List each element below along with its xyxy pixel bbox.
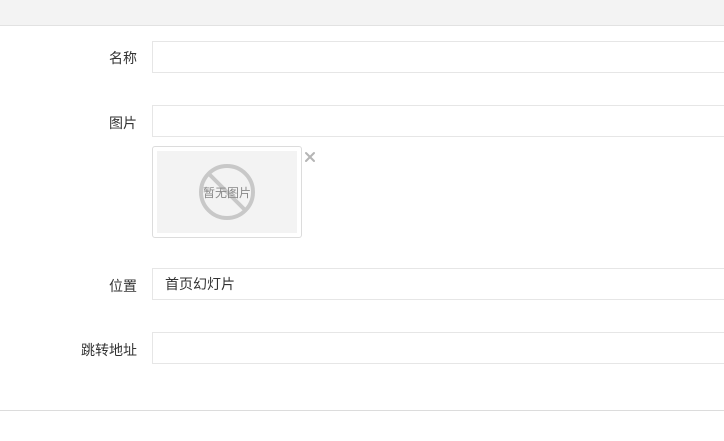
redirect-url-label: 跳转地址 — [81, 343, 137, 359]
image-label: 图片 — [109, 116, 137, 132]
position-label: 位置 — [109, 279, 137, 295]
bottom-divider — [0, 410, 724, 411]
top-toolbar — [0, 0, 724, 26]
image-preview[interactable]: 暂无图片 — [152, 146, 302, 238]
redirect-url-input[interactable] — [152, 332, 724, 364]
position-input[interactable] — [152, 268, 724, 300]
image-placeholder: 暂无图片 — [157, 151, 297, 233]
close-icon[interactable] — [303, 150, 317, 164]
image-url-input[interactable] — [152, 105, 724, 137]
no-image-text: 暂无图片 — [202, 186, 251, 200]
name-input[interactable] — [152, 41, 724, 73]
name-label: 名称 — [109, 51, 137, 67]
slide-edit-form: 名称 图片 位置 跳转地址 — [0, 26, 724, 410]
